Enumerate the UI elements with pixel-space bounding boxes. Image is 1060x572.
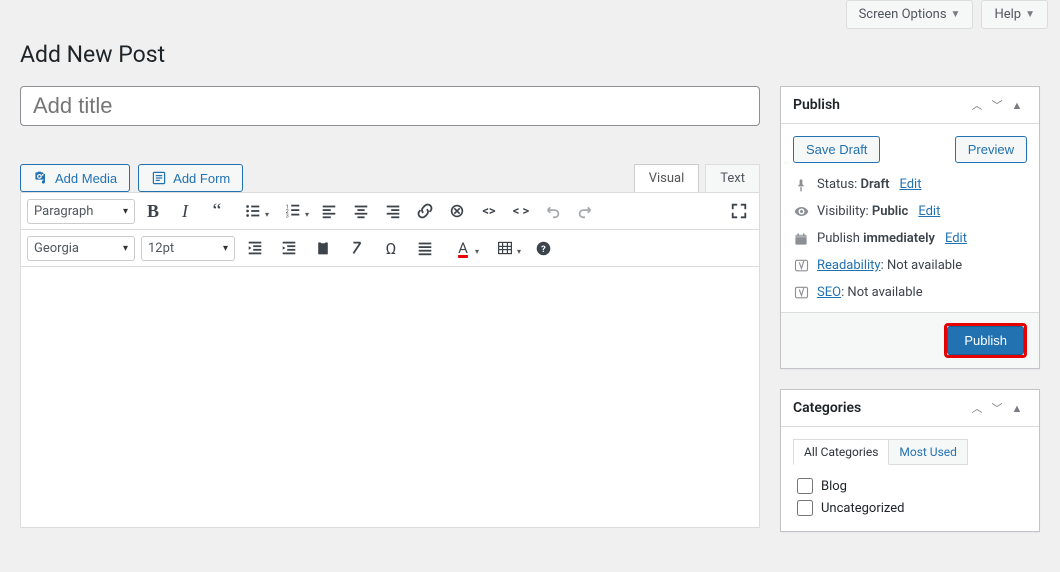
text-color-button[interactable]: A ▾ [445, 234, 481, 262]
categories-header: Categories ︿ ﹀ ▲ [781, 390, 1039, 427]
edit-status-link[interactable]: Edit [899, 177, 921, 192]
editor-toolbar-row2: Georgia ▾ 12pt ▾ Ω A ▾ [21, 230, 759, 267]
yoast-icon [793, 258, 809, 273]
blockquote-button[interactable]: “ [203, 197, 231, 225]
bullet-list-button[interactable]: ▾ [235, 197, 271, 225]
insert-tag-button[interactable]: <> [475, 197, 503, 225]
font-family-select[interactable]: Georgia ▾ [27, 236, 135, 261]
category-label: Blog [821, 479, 847, 494]
edit-visibility-link[interactable]: Edit [918, 204, 940, 219]
camera-music-icon [33, 170, 49, 186]
preview-button[interactable]: Preview [955, 136, 1027, 163]
pin-icon [793, 178, 809, 192]
add-media-label: Add Media [55, 171, 117, 186]
publish-button[interactable]: Publish [947, 326, 1024, 355]
editor-box: Paragraph ▾ B I “ ▾ 123 ▾ [20, 192, 760, 528]
form-icon [151, 170, 167, 186]
calendar-icon [793, 232, 809, 246]
numbered-list-button[interactable]: 123 ▾ [275, 197, 311, 225]
shortcode-button[interactable] [443, 197, 471, 225]
toggle-icon[interactable]: ▲ [1007, 95, 1027, 115]
format-select[interactable]: Paragraph ▾ [27, 199, 135, 224]
paste-button[interactable] [309, 234, 337, 262]
table-button[interactable]: ▾ [487, 234, 523, 262]
category-checkbox[interactable] [797, 478, 813, 494]
bold-button[interactable]: B [139, 197, 167, 225]
format-painter-button[interactable] [411, 234, 439, 262]
svg-text:3: 3 [286, 213, 289, 219]
editor-toolbar-row1: Paragraph ▾ B I “ ▾ 123 ▾ [21, 193, 759, 230]
readability-link[interactable]: Readability [817, 258, 881, 273]
category-item[interactable]: Uncategorized [793, 497, 1027, 519]
categories-title: Categories [793, 400, 967, 416]
chevron-down-icon: ▼ [951, 9, 961, 20]
publish-button-highlight: Publish [944, 323, 1027, 358]
indent-button[interactable] [275, 234, 303, 262]
align-right-button[interactable] [379, 197, 407, 225]
align-left-button[interactable] [315, 197, 343, 225]
category-label: Uncategorized [821, 501, 904, 516]
toggle-icon[interactable]: ▲ [1007, 398, 1027, 418]
tab-most-used[interactable]: Most Used [889, 439, 968, 465]
categories-postbox: Categories ︿ ﹀ ▲ All Categories Most Use… [780, 389, 1040, 532]
font-family-label: Georgia [34, 241, 79, 256]
format-select-label: Paragraph [34, 204, 93, 219]
clear-formatting-button[interactable] [343, 234, 371, 262]
chevron-down-icon: ▾ [305, 210, 309, 219]
eye-icon [793, 204, 809, 219]
publish-header: Publish ︿ ﹀ ▲ [781, 87, 1039, 124]
add-form-button[interactable]: Add Form [138, 164, 243, 192]
help-label: Help [994, 7, 1021, 22]
editor-content-area[interactable] [21, 267, 759, 527]
publish-postbox: Publish ︿ ﹀ ▲ Save Draft Preview Status:… [780, 86, 1040, 369]
screen-options-button[interactable]: Screen Options ▼ [846, 0, 974, 29]
chevron-down-icon: ▾ [123, 206, 128, 217]
chevron-down-icon: ▾ [475, 247, 479, 256]
fullscreen-button[interactable] [725, 197, 753, 225]
italic-button[interactable]: I [171, 197, 199, 225]
add-media-button[interactable]: Add Media [20, 164, 130, 192]
add-form-label: Add Form [173, 171, 230, 186]
category-item[interactable]: Blog [793, 475, 1027, 497]
tab-all-categories[interactable]: All Categories [793, 439, 889, 465]
font-size-select[interactable]: 12pt ▾ [141, 236, 235, 261]
page-title: Add New Post [20, 41, 1040, 68]
move-up-icon[interactable]: ︿ [967, 95, 987, 115]
chevron-down-icon: ▾ [223, 243, 228, 254]
save-draft-button[interactable]: Save Draft [793, 136, 880, 163]
post-title-input[interactable] [20, 86, 760, 126]
undo-button[interactable] [539, 197, 567, 225]
move-down-icon[interactable]: ﹀ [987, 398, 1007, 418]
visibility-row: Visibility: Public Edit [793, 204, 1027, 219]
publish-title: Publish [793, 97, 967, 113]
help-button[interactable]: Help ▼ [981, 0, 1048, 29]
move-up-icon[interactable]: ︿ [967, 398, 987, 418]
status-row: Status: Draft Edit [793, 177, 1027, 192]
tab-text[interactable]: Text [705, 164, 760, 192]
readability-row: Readability: Not available [793, 258, 1027, 273]
help-button-toolbar[interactable]: ? [529, 234, 557, 262]
schedule-row: Publish immediately Edit [793, 231, 1027, 246]
chevron-down-icon: ▾ [517, 247, 521, 256]
seo-row: SEO: Not available [793, 285, 1027, 300]
edit-schedule-link[interactable]: Edit [945, 231, 967, 246]
outdent-button[interactable] [241, 234, 269, 262]
special-char-button[interactable]: Ω [377, 234, 405, 262]
align-center-button[interactable] [347, 197, 375, 225]
chevron-down-icon: ▼ [1025, 9, 1035, 20]
redo-button[interactable] [571, 197, 599, 225]
chevron-down-icon: ▾ [123, 243, 128, 254]
tab-visual[interactable]: Visual [634, 164, 700, 192]
link-button[interactable] [411, 197, 439, 225]
move-down-icon[interactable]: ﹀ [987, 95, 1007, 115]
chevron-down-icon: ▾ [265, 210, 269, 219]
yoast-icon [793, 285, 809, 300]
font-size-label: 12pt [148, 241, 174, 256]
source-button[interactable]: < > [507, 197, 535, 225]
svg-text:?: ? [541, 243, 546, 254]
screen-options-label: Screen Options [859, 7, 947, 22]
category-checkbox[interactable] [797, 500, 813, 516]
seo-link[interactable]: SEO [817, 285, 841, 300]
